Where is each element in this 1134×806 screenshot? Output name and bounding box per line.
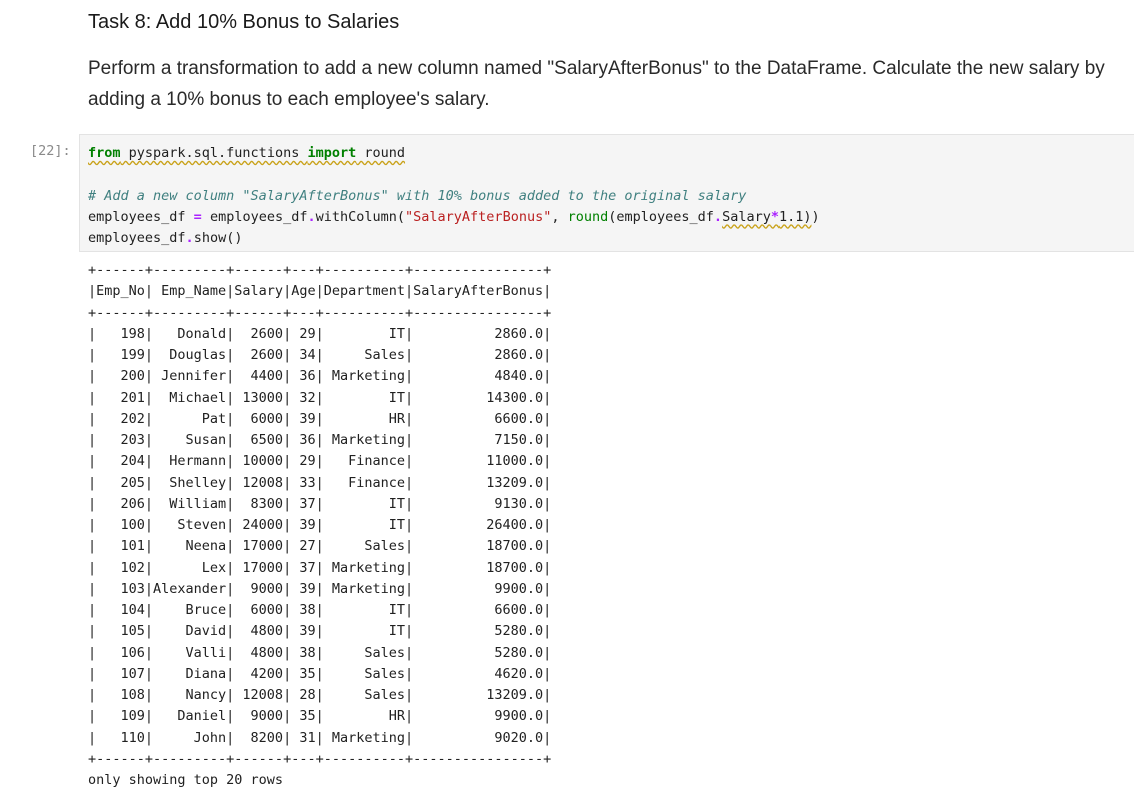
code-cell-editor[interactable]: from pyspark.sql.functions import round … xyxy=(79,134,1134,252)
table-row: | 108| Nancy| 12008| 28| Sales| 13209.0| xyxy=(88,687,552,703)
table-row: | 203| Susan| 6500| 36| Marketing| 7150.… xyxy=(88,432,552,448)
table-row: | 199| Douglas| 2600| 34| Sales| 2860.0| xyxy=(88,347,552,363)
table-row: | 100| Steven| 24000| 39| IT| 26400.0| xyxy=(88,517,552,533)
code-line-show: employees_df.show() xyxy=(88,230,243,247)
table-border: +------+---------+------+---+----------+… xyxy=(88,304,552,321)
task-description: Perform a transformation to add a new co… xyxy=(88,58,1105,110)
table-row: | 105| David| 4800| 39| IT| 5280.0| xyxy=(88,623,552,640)
code-line-comment: # Add a new column "SalaryAfterBonus" wi… xyxy=(88,187,747,204)
table-row: | 202| Pat| 6000| 39| HR| 6600.0| xyxy=(88,410,552,427)
task-heading: Task 8: Add 10% Bonus to Salaries xyxy=(88,11,400,33)
table-row: | 106| Valli| 4800| 38| Sales| 5280.0| xyxy=(88,644,552,661)
table-row: | 206| William| 8300| 37| IT| 9130.0| xyxy=(88,495,552,512)
table-footer-note: only showing top 20 rows xyxy=(88,772,284,788)
table-row: | 103|Alexander| 9000| 39| Marketing| 99… xyxy=(88,580,552,597)
execution-count-prompt: [22]: xyxy=(30,143,71,159)
table-header-row: |Emp_No| Emp_Name|Salary|Age|Department|… xyxy=(88,283,552,300)
table-row: | 107| Diana| 4200| 35| Sales| 4620.0| xyxy=(88,665,552,682)
table-border: +------+---------+------+---+----------+… xyxy=(88,262,552,278)
table-border: +------+---------+------+---+----------+… xyxy=(88,750,552,767)
table-row: | 205| Shelley| 12008| 33| Finance| 1320… xyxy=(88,474,552,491)
table-row: | 198| Donald| 2600| 29| IT| 2860.0| xyxy=(88,325,552,342)
table-row: | 200| Jennifer| 4400| 36| Marketing| 48… xyxy=(88,368,552,385)
table-row: | 201| Michael| 13000| 32| IT| 14300.0| xyxy=(88,389,552,406)
code-line-assign: employees_df = employees_df.withColumn("… xyxy=(88,208,820,225)
code-source[interactable]: from pyspark.sql.functions import round … xyxy=(88,143,820,249)
table-row: | 101| Neena| 17000| 27| Sales| 18700.0| xyxy=(88,538,552,555)
table-row: | 104| Bruce| 6000| 38| IT| 6600.0| xyxy=(88,602,552,618)
table-row: | 204| Hermann| 10000| 29| Finance| 1100… xyxy=(88,453,552,470)
table-row: | 110| John| 8200| 31| Marketing| 9020.0… xyxy=(88,729,552,746)
table-row: | 102| Lex| 17000| 37| Marketing| 18700.… xyxy=(88,559,552,576)
code-line-import: from pyspark.sql.functions import round xyxy=(88,145,406,161)
dataframe-show-output: +------+---------+------+---+----------+… xyxy=(88,260,551,791)
table-row: | 109| Daniel| 9000| 35| HR| 9900.0| xyxy=(88,708,552,725)
